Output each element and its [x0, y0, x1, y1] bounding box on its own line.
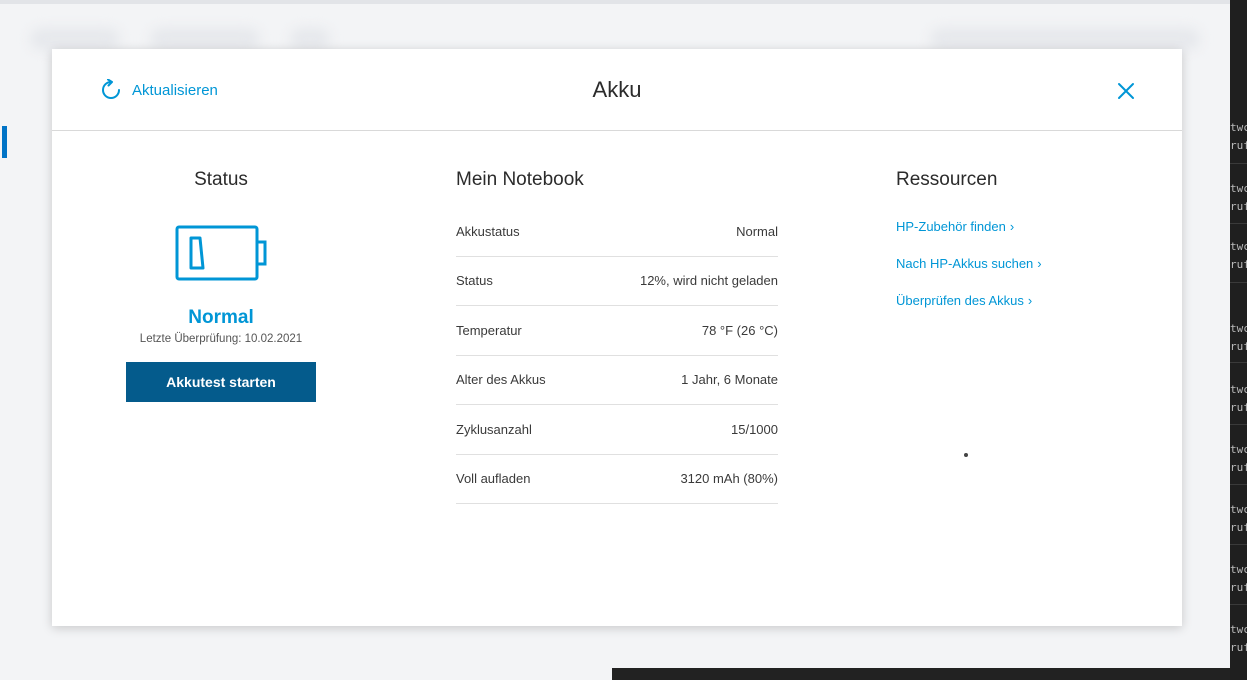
- strip-text: rufe: [1230, 200, 1247, 213]
- strip-text: twc: [1230, 623, 1247, 636]
- chevron-right-icon: ›: [1037, 256, 1042, 271]
- link-find-hp-accessories[interactable]: HP-Zubehör finden ›: [896, 217, 1136, 254]
- resources-heading: Ressourcen: [896, 169, 998, 190]
- strip-text: rufe: [1230, 641, 1247, 654]
- info-row: Zyklusanzahl 15/1000: [456, 405, 778, 455]
- info-label: Voll aufladen: [456, 471, 531, 487]
- status-heading: Status: [194, 169, 248, 190]
- strip-text: twc: [1230, 121, 1247, 134]
- info-row: Alter des Akkus 1 Jahr, 6 Monate: [456, 356, 778, 405]
- info-row: Voll aufladen 3120 mAh (80%): [456, 455, 778, 504]
- notebook-heading: Mein Notebook: [456, 169, 584, 190]
- info-value: 78 °F (26 °C): [701, 322, 778, 338]
- chevron-right-icon: ›: [1009, 219, 1015, 234]
- status-section: Status Normal Letzte Überprüfung: 10.02.…: [126, 169, 316, 402]
- info-label: Alter des Akkus: [456, 372, 546, 388]
- strip-text: twc: [1230, 240, 1247, 253]
- strip-text: rufe: [1230, 521, 1247, 534]
- chevron-right-icon: ›: [1027, 293, 1033, 308]
- start-battery-test-button[interactable]: Akkutest starten: [126, 362, 316, 402]
- info-value: 15/1000: [731, 421, 778, 437]
- bottom-taskbar-strip: [612, 668, 1230, 680]
- info-row: Status 12%, wird nicht geladen: [456, 257, 778, 306]
- strip-text: rufe: [1230, 340, 1247, 353]
- strip-text: twc: [1230, 322, 1247, 335]
- strip-text: twc: [1230, 383, 1247, 396]
- app-top-bar: [0, 0, 1230, 4]
- side-terminal-strip: twc rufe twc rufe twc rufe twc rufe twc …: [1230, 0, 1247, 680]
- link-search-hp-batteries[interactable]: Nach HP-Akkus suchen ›: [896, 254, 1136, 291]
- info-label: Temperatur: [456, 322, 522, 338]
- modal-header: Aktualisieren Akku: [52, 49, 1182, 131]
- blurred-nav-item: [30, 28, 120, 50]
- battery-modal: Aktualisieren Akku Status Normal Letzte …: [52, 49, 1182, 626]
- modal-title: Akku: [592, 77, 642, 102]
- battery-info-table: Akkustatus Normal Status 12%, wird nicht…: [456, 207, 778, 504]
- info-row: Akkustatus Normal: [456, 207, 778, 257]
- link-check-battery[interactable]: Überprüfen des Akkus ›: [896, 291, 1136, 328]
- strip-text: rufe: [1230, 401, 1247, 414]
- strip-text: twc: [1230, 563, 1247, 576]
- info-row: Temperatur 78 °F (26 °C): [456, 306, 778, 356]
- info-label: Zyklusanzahl: [456, 421, 532, 437]
- blurred-search: [930, 28, 1200, 50]
- strip-text: twc: [1230, 503, 1247, 516]
- resources-section: Ressourcen HP-Zubehör finden › Nach HP-Ak…: [896, 169, 1136, 328]
- strip-text: rufe: [1230, 258, 1247, 271]
- info-value: 3120 mAh (80%): [680, 471, 778, 487]
- notebook-section: Mein Notebook Akkustatus Normal Status 1…: [456, 169, 778, 504]
- strip-text: twc: [1230, 182, 1247, 195]
- info-value: 1 Jahr, 6 Monate: [681, 372, 778, 388]
- strip-text: rufe: [1230, 139, 1247, 152]
- sidebar-active-indicator: [2, 126, 7, 158]
- strip-text: rufe: [1230, 461, 1247, 474]
- close-icon[interactable]: [1116, 81, 1136, 101]
- blurred-nav-item: [290, 28, 330, 50]
- strip-text: twc: [1230, 443, 1247, 456]
- battery-status-value: Normal: [188, 307, 254, 328]
- info-value: Normal: [736, 223, 778, 239]
- loading-dot: [964, 453, 968, 457]
- blurred-nav-item: [150, 28, 260, 50]
- battery-low-icon: [175, 225, 267, 281]
- info-label: Akkustatus: [456, 223, 520, 239]
- strip-text: rufe: [1230, 581, 1247, 594]
- last-check-date: Letzte Überprüfung: 10.02.2021: [139, 333, 303, 345]
- info-label: Status: [456, 273, 493, 289]
- info-value: 12%, wird nicht geladen: [639, 273, 778, 289]
